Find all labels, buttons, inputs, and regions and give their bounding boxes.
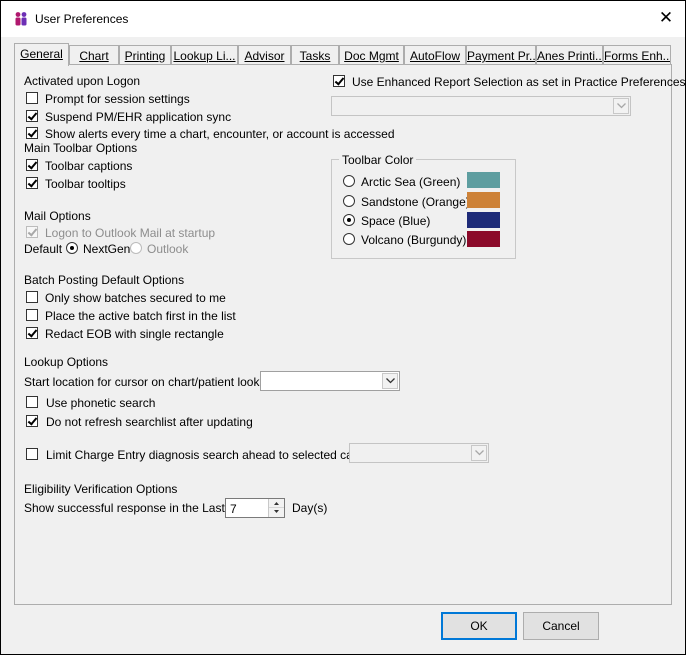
window-title: User Preferences bbox=[35, 12, 129, 26]
stepper-up-button[interactable] bbox=[269, 499, 284, 508]
arctic-sea-swatch bbox=[467, 172, 500, 188]
radio-nextgen[interactable] bbox=[66, 242, 78, 254]
show-alerts-label: Show alerts every time a chart, encounte… bbox=[45, 127, 395, 141]
days-unit-label: Day(s) bbox=[292, 501, 328, 515]
logon-outlook-checkbox[interactable] bbox=[26, 226, 38, 238]
tab-chart[interactable]: Chart bbox=[69, 45, 119, 65]
radio-volcano[interactable] bbox=[343, 233, 355, 245]
tab-strip: General Chart Printing Lookup Li... Advi… bbox=[14, 43, 672, 66]
chevron-down-icon[interactable] bbox=[382, 373, 398, 389]
tab-tasks[interactable]: Tasks bbox=[291, 45, 339, 65]
space-swatch bbox=[467, 212, 500, 228]
start-location-label: Start location for cursor on chart/patie… bbox=[24, 375, 273, 389]
activated-heading: Activated upon Logon bbox=[24, 74, 141, 88]
phonetic-label: Use phonetic search bbox=[46, 396, 156, 410]
enhanced-report-checkbox[interactable] bbox=[333, 75, 345, 87]
radio-space[interactable] bbox=[343, 214, 355, 226]
tab-autoflow[interactable]: AutoFlow bbox=[404, 45, 466, 65]
eligibility-heading: Eligibility Verification Options bbox=[24, 482, 178, 496]
tab-doc-mgmt[interactable]: Doc Mgmt bbox=[339, 45, 404, 65]
radio-arctic-sea[interactable] bbox=[343, 175, 355, 187]
only-secured-checkbox[interactable] bbox=[26, 291, 38, 303]
close-icon: ✕ bbox=[658, 8, 674, 27]
main-toolbar-heading: Main Toolbar Options bbox=[24, 141, 138, 155]
redact-eob-checkbox[interactable] bbox=[26, 327, 38, 339]
lookup-heading: Lookup Options bbox=[24, 355, 109, 369]
start-location-combo[interactable] bbox=[260, 371, 400, 391]
outlook-label: Outlook bbox=[147, 242, 189, 256]
sandstone-swatch bbox=[467, 192, 500, 208]
prompt-session-checkbox[interactable] bbox=[26, 92, 38, 104]
no-refresh-checkbox[interactable] bbox=[26, 415, 38, 427]
toolbar-tooltips-checkbox[interactable] bbox=[26, 177, 38, 189]
enhanced-report-label: Use Enhanced Report Selection as set in … bbox=[352, 75, 686, 89]
volcano-label: Volcano (Burgundy) bbox=[361, 233, 467, 247]
arctic-sea-label: Arctic Sea (Green) bbox=[361, 175, 461, 189]
caret-up-icon bbox=[274, 502, 279, 505]
tab-printing[interactable]: Printing bbox=[119, 45, 171, 65]
user-preferences-window: User Preferences ✕ General Chart Printin… bbox=[0, 0, 686, 655]
stepper-buttons bbox=[268, 499, 284, 517]
chevron-down-icon[interactable] bbox=[471, 445, 487, 461]
cancel-button[interactable]: Cancel bbox=[523, 612, 599, 640]
space-label: Space (Blue) bbox=[361, 214, 431, 228]
tab-anes-printing[interactable]: Anes Printi... bbox=[536, 45, 603, 65]
chevron-down-icon[interactable] bbox=[613, 98, 629, 114]
show-alerts-checkbox[interactable] bbox=[26, 127, 38, 139]
toolbar-color-heading: Toolbar Color bbox=[339, 153, 417, 167]
close-button[interactable]: ✕ bbox=[653, 7, 679, 31]
users-icon bbox=[15, 12, 27, 26]
sandstone-label: Sandstone (Orange) bbox=[361, 195, 470, 209]
logon-outlook-label: Logon to Outlook Mail at startup bbox=[45, 226, 216, 240]
tab-lookup-lists[interactable]: Lookup Li... bbox=[171, 45, 238, 65]
radio-sandstone[interactable] bbox=[343, 195, 355, 207]
redact-eob-label: Redact EOB with single rectangle bbox=[45, 327, 224, 341]
tab-general[interactable]: General bbox=[14, 43, 69, 66]
toolbar-tooltips-label: Toolbar tooltips bbox=[45, 177, 126, 191]
title-bar: User Preferences ✕ bbox=[1, 1, 685, 37]
stepper-down-button[interactable] bbox=[269, 508, 284, 517]
days-stepper[interactable]: 7 bbox=[225, 498, 285, 518]
limit-charge-combo[interactable] bbox=[349, 443, 489, 463]
suspend-sync-checkbox[interactable] bbox=[26, 110, 38, 122]
nextgen-label: NextGen bbox=[83, 242, 131, 256]
batch-heading: Batch Posting Default Options bbox=[24, 273, 185, 287]
volcano-swatch bbox=[467, 231, 500, 247]
enhanced-report-combo[interactable] bbox=[331, 96, 631, 116]
response-label: Show successful response in the Last bbox=[24, 501, 225, 515]
limit-charge-checkbox[interactable] bbox=[26, 448, 38, 460]
limit-charge-label: Limit Charge Entry diagnosis search ahea… bbox=[46, 448, 387, 462]
general-tab-panel: Activated upon Logon Prompt for session … bbox=[14, 64, 686, 605]
mail-default-label: Default bbox=[24, 242, 63, 256]
active-first-label: Place the active batch first in the list bbox=[45, 309, 236, 323]
toolbar-captions-checkbox[interactable] bbox=[26, 159, 38, 171]
caret-down-icon bbox=[274, 510, 279, 513]
tab-forms-enhancements[interactable]: Forms Enh... bbox=[603, 45, 671, 65]
radio-outlook[interactable] bbox=[130, 242, 142, 254]
no-refresh-label: Do not refresh searchlist after updating bbox=[46, 415, 253, 429]
tab-advisor[interactable]: Advisor bbox=[238, 45, 291, 65]
toolbar-captions-label: Toolbar captions bbox=[45, 159, 133, 173]
suspend-sync-label: Suspend PM/EHR application sync bbox=[45, 110, 232, 124]
days-value: 7 bbox=[230, 502, 237, 516]
mail-heading: Mail Options bbox=[24, 209, 91, 223]
only-secured-label: Only show batches secured to me bbox=[45, 291, 226, 305]
phonetic-checkbox[interactable] bbox=[26, 396, 38, 408]
ok-button[interactable]: OK bbox=[441, 612, 517, 640]
tab-payment-processing[interactable]: Payment Pr... bbox=[466, 45, 536, 65]
prompt-session-label: Prompt for session settings bbox=[45, 92, 190, 106]
active-first-checkbox[interactable] bbox=[26, 309, 38, 321]
